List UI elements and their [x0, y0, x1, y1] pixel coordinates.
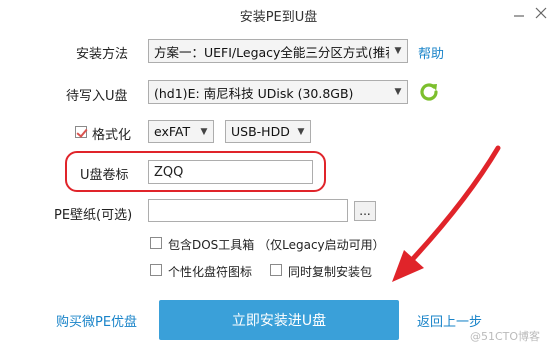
help-link[interactable]: 帮助: [418, 43, 444, 62]
custom-icon-label: 个性化盘符图标: [168, 265, 253, 279]
dos-tools-checkbox[interactable]: [150, 237, 162, 249]
copy-installer-checkbox[interactable]: [270, 264, 282, 276]
copy-installer-label: 同时复制安装包: [288, 265, 373, 279]
filesystem-select[interactable]: exFAT ▼: [148, 120, 214, 143]
boot-mode-select[interactable]: USB-HDD ▼: [225, 120, 311, 143]
watermark: @51CTO博客: [470, 330, 541, 343]
chevron-down-icon: ▼: [297, 126, 305, 137]
volume-label-label: U盘卷标: [80, 168, 129, 183]
format-label: 格式化: [92, 128, 132, 143]
chevron-down-icon: ▼: [200, 126, 208, 137]
target-disk-value: (hd1)E: 南尼科技 UDisk (30.8GB): [154, 85, 354, 101]
install-method-value: 方案一：UEFI/Legacy全能三分区方式(推荐): [154, 44, 389, 60]
chevron-down-icon: ▼: [394, 87, 402, 97]
volume-label-input[interactable]: ZQQ: [148, 160, 313, 184]
target-disk-label: 待写入U盘: [66, 89, 128, 104]
buy-usb-link[interactable]: 购买微PE优盘: [56, 311, 137, 330]
install-method-select[interactable]: 方案一：UEFI/Legacy全能三分区方式(推荐) ▼: [148, 39, 408, 63]
wallpaper-input[interactable]: [148, 199, 348, 222]
volume-label-value: ZQQ: [154, 164, 184, 180]
filesystem-value: exFAT: [154, 124, 191, 139]
dos-tools-label: 包含DOS工具箱 （仅Legacy启动可用）: [168, 238, 385, 252]
wallpaper-label: PE壁纸(可选): [54, 208, 133, 223]
window-title: 安装PE到U盘: [239, 10, 318, 25]
boot-mode-value: USB-HDD: [231, 124, 290, 139]
close-icon[interactable]: [530, 4, 552, 26]
target-disk-select[interactable]: (hd1)E: 南尼科技 UDisk (30.8GB) ▼: [148, 80, 408, 104]
install-button[interactable]: 立即安装进U盘: [159, 300, 399, 340]
minimize-icon[interactable]: [508, 4, 530, 26]
browse-button[interactable]: ...: [354, 201, 376, 221]
format-checkbox[interactable]: [75, 126, 87, 138]
install-method-label: 安装方法: [76, 47, 129, 62]
chevron-down-icon: ▼: [394, 46, 402, 56]
arrow-icon: [380, 140, 510, 290]
custom-icon-checkbox[interactable]: [150, 264, 162, 276]
refresh-icon[interactable]: [417, 80, 441, 104]
